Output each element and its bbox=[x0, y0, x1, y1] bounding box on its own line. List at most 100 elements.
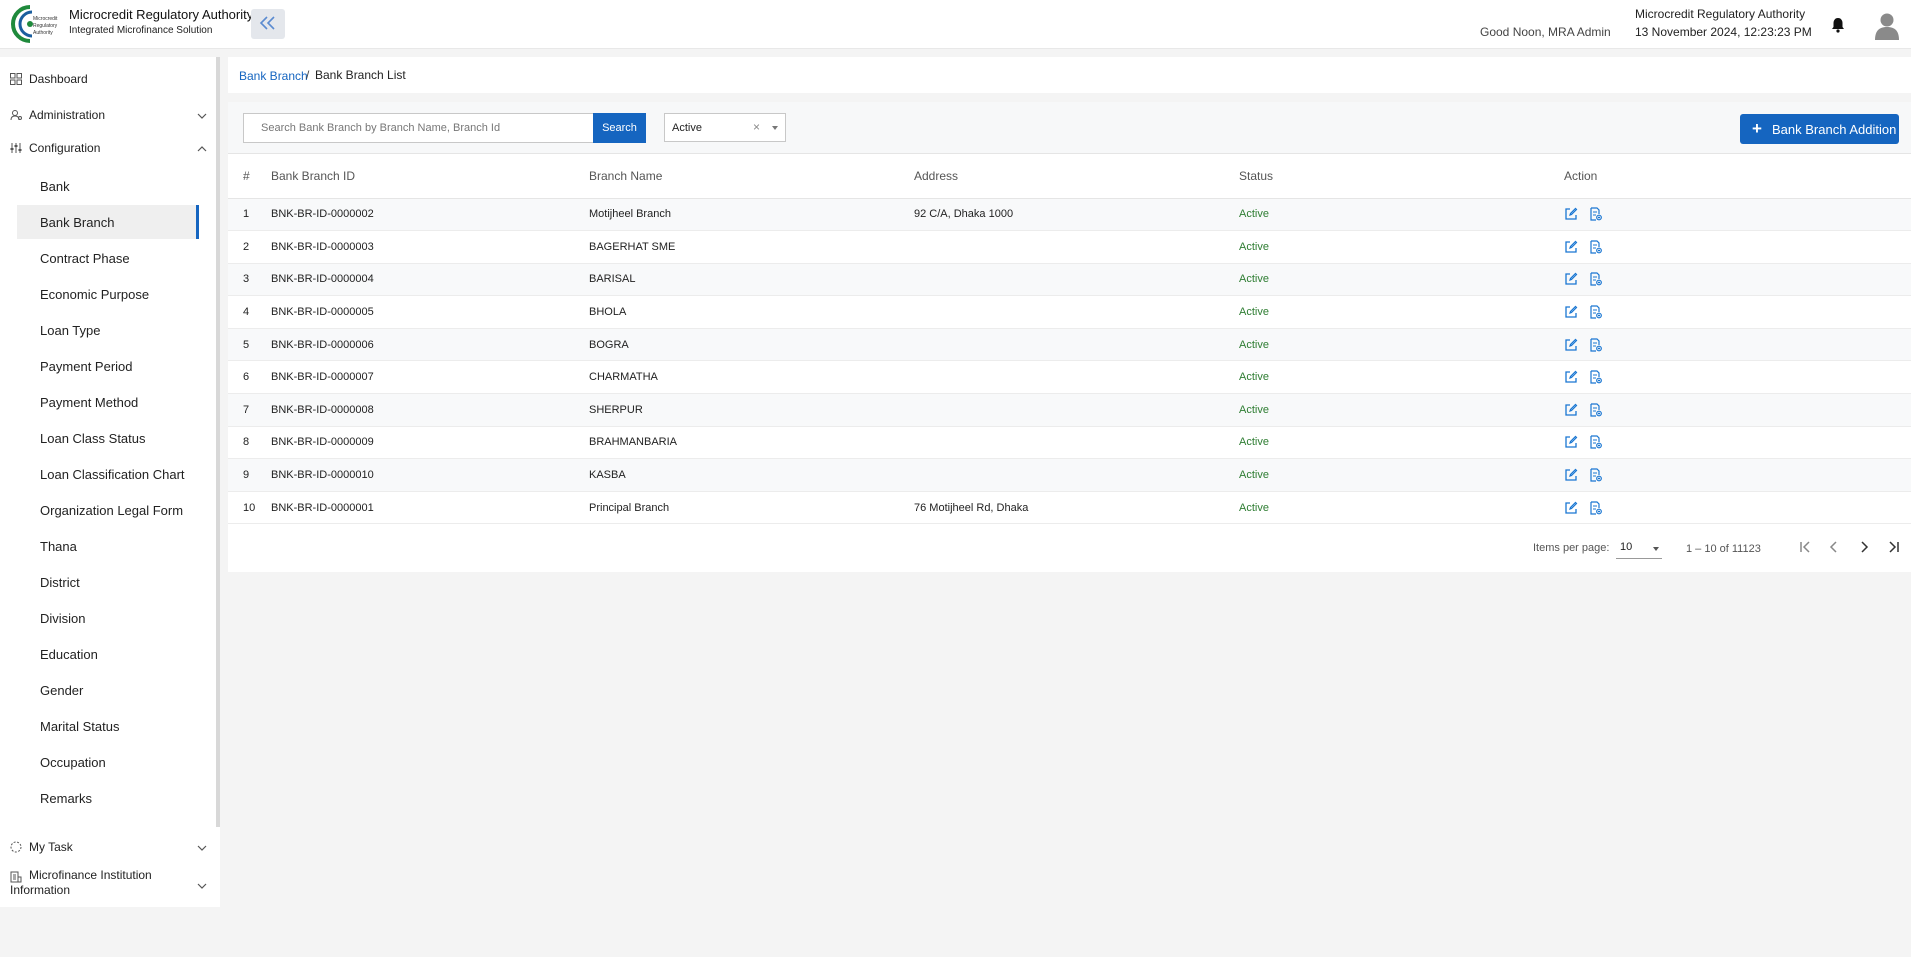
configuration-icon bbox=[10, 142, 22, 154]
sidebar-item-payment-method[interactable]: Payment Method bbox=[17, 385, 199, 419]
document-view-icon[interactable] bbox=[1589, 240, 1603, 254]
sidebar-item-remarks[interactable]: Remarks bbox=[17, 781, 199, 815]
breadcrumb-link-bank-branch[interactable]: Bank Branch bbox=[239, 69, 308, 83]
sidebar-item-district[interactable]: District bbox=[17, 565, 199, 599]
status-filter-select[interactable]: Active × bbox=[664, 113, 786, 142]
sidebar-item-payment-period[interactable]: Payment Period bbox=[17, 349, 199, 383]
cell-branch-id: BNK-BR-ID-0000004 bbox=[264, 263, 589, 297]
cell-address bbox=[914, 295, 1239, 329]
sidebar-item-thana[interactable]: Thana bbox=[17, 529, 199, 563]
document-view-icon[interactable] bbox=[1589, 305, 1603, 319]
sidebar-item-bank[interactable]: Bank bbox=[17, 169, 199, 203]
search-input[interactable] bbox=[243, 113, 593, 143]
sidebar-item-bank-branch[interactable]: Bank Branch bbox=[17, 205, 199, 239]
sidebar-item-label: Contract Phase bbox=[40, 250, 130, 266]
edit-icon[interactable] bbox=[1564, 272, 1578, 286]
sidebar-item-administration[interactable]: Administration bbox=[0, 100, 210, 130]
document-view-icon[interactable] bbox=[1589, 370, 1603, 384]
sidebar-item-contract-phase[interactable]: Contract Phase bbox=[17, 241, 199, 275]
cell-branch-id: BNK-BR-ID-0000005 bbox=[264, 295, 589, 329]
sidebar-item-organization-legal-form[interactable]: Organization Legal Form bbox=[17, 493, 199, 527]
sidebar-item-dashboard[interactable]: Dashboard bbox=[0, 64, 210, 94]
cell-status: Active bbox=[1239, 230, 1564, 264]
edit-icon[interactable] bbox=[1564, 338, 1578, 352]
table-header-row: # Bank Branch ID Branch Name Address Sta… bbox=[228, 155, 1911, 199]
sidebar-collapse-button[interactable] bbox=[251, 9, 285, 39]
bell-icon[interactable] bbox=[1829, 16, 1847, 34]
cell-status: Active bbox=[1239, 491, 1564, 525]
edit-icon[interactable] bbox=[1564, 207, 1578, 221]
sidebar-item-loan-classification-chart[interactable]: Loan Classification Chart bbox=[17, 457, 199, 491]
sidebar-item-loan-type[interactable]: Loan Type bbox=[17, 313, 199, 347]
items-per-page-select[interactable]: 10 bbox=[1616, 537, 1662, 559]
cell-address bbox=[914, 360, 1239, 395]
edit-icon[interactable] bbox=[1564, 240, 1578, 254]
plus-icon: + bbox=[1752, 119, 1762, 138]
edit-icon[interactable] bbox=[1564, 305, 1578, 319]
current-datetime: 13 November 2024, 12:23:23 PM bbox=[1635, 25, 1812, 39]
svg-text:Microcredit: Microcredit bbox=[33, 16, 58, 22]
sidebar-item-label: Administration bbox=[29, 108, 106, 122]
cell-address bbox=[914, 328, 1239, 362]
last-page-button[interactable] bbox=[1884, 538, 1904, 558]
status-filter-value: Active bbox=[672, 122, 702, 134]
sidebar-item-marital-status[interactable]: Marital Status bbox=[17, 709, 199, 743]
first-page-button[interactable] bbox=[1795, 538, 1815, 558]
sidebar-item-division[interactable]: Division bbox=[17, 601, 199, 635]
search-button[interactable]: Search bbox=[593, 113, 646, 143]
document-view-icon[interactable] bbox=[1589, 435, 1603, 450]
column-header-branch-id[interactable]: Bank Branch ID bbox=[264, 155, 589, 199]
cell-address: 92 C/A, Dhaka 1000 bbox=[914, 198, 1239, 232]
add-bank-branch-button[interactable]: + Bank Branch Addition bbox=[1740, 114, 1899, 144]
cell-action bbox=[1564, 393, 1911, 427]
column-header-branch-name[interactable]: Branch Name bbox=[589, 155, 914, 199]
sidebar-item-loan-class-status[interactable]: Loan Class Status bbox=[17, 421, 199, 455]
edit-icon[interactable] bbox=[1564, 468, 1578, 482]
document-view-icon[interactable] bbox=[1589, 403, 1603, 417]
edit-icon[interactable] bbox=[1564, 403, 1578, 417]
sidebar-scrollbar[interactable] bbox=[216, 57, 220, 827]
sidebar-item-education[interactable]: Education bbox=[17, 637, 199, 671]
sidebar-item-label: Loan Type bbox=[40, 322, 101, 338]
clear-icon[interactable]: × bbox=[753, 120, 760, 134]
sidebar-item-label: Marital Status bbox=[40, 718, 120, 734]
bank-branch-table: # Bank Branch ID Branch Name Address Sta… bbox=[228, 155, 1911, 525]
chevron-down-icon bbox=[197, 110, 207, 120]
sidebar-item-economic-purpose[interactable]: Economic Purpose bbox=[17, 277, 199, 311]
cell-number: 9 bbox=[228, 458, 264, 492]
document-view-icon[interactable] bbox=[1589, 338, 1603, 352]
cell-action bbox=[1564, 458, 1911, 492]
table-row: 5 BNK-BR-ID-0000006 BOGRA Active bbox=[228, 328, 1911, 362]
edit-icon[interactable] bbox=[1564, 435, 1578, 449]
previous-page-button[interactable] bbox=[1824, 538, 1844, 558]
bank-branch-list-card: Search Active × + Bank Branch Addition #… bbox=[228, 102, 1911, 572]
table-row: 1 BNK-BR-ID-0000002 Motijheel Branch 92 C/A… bbox=[228, 198, 1911, 232]
avatar-icon[interactable] bbox=[1872, 10, 1902, 40]
document-view-icon[interactable] bbox=[1589, 207, 1603, 221]
cell-number: 10 bbox=[228, 491, 264, 525]
sidebar-item-label: Payment Method bbox=[40, 394, 139, 410]
next-page-button[interactable] bbox=[1854, 538, 1874, 558]
cell-number: 8 bbox=[228, 426, 264, 460]
column-header-status[interactable]: Status bbox=[1239, 155, 1564, 199]
column-header-address[interactable]: Address bbox=[914, 155, 1239, 199]
sidebar-item-gender[interactable]: Gender bbox=[17, 673, 199, 707]
sidebar-item-configuration[interactable]: Configuration bbox=[0, 133, 210, 163]
app-subtitle: Integrated Microfinance Solution bbox=[69, 25, 213, 36]
sidebar-item-label: Bank Branch bbox=[40, 214, 115, 230]
edit-icon[interactable] bbox=[1564, 370, 1578, 384]
cell-status: Active bbox=[1239, 393, 1564, 427]
sidebar-item-microfinance-institution-information[interactable]: Microfinance Institution Information bbox=[0, 868, 210, 902]
document-view-icon[interactable] bbox=[1589, 468, 1603, 482]
sidebar-item-occupation[interactable]: Occupation bbox=[17, 745, 199, 779]
sidebar-item-label: Thana bbox=[40, 538, 77, 554]
page-range-label: 1 – 10 of 11123 bbox=[1686, 543, 1761, 555]
sidebar-item-my-task[interactable]: My Task bbox=[0, 832, 210, 862]
document-view-icon[interactable] bbox=[1589, 501, 1603, 515]
cell-branch-id: BNK-BR-ID-0000006 bbox=[264, 328, 589, 362]
edit-icon[interactable] bbox=[1564, 501, 1578, 515]
cell-branch-id: BNK-BR-ID-0000003 bbox=[264, 230, 589, 264]
cell-number: 7 bbox=[228, 393, 264, 427]
organization-name: Microcredit Regulatory Authority bbox=[1635, 7, 1806, 21]
document-view-icon[interactable] bbox=[1589, 272, 1603, 287]
